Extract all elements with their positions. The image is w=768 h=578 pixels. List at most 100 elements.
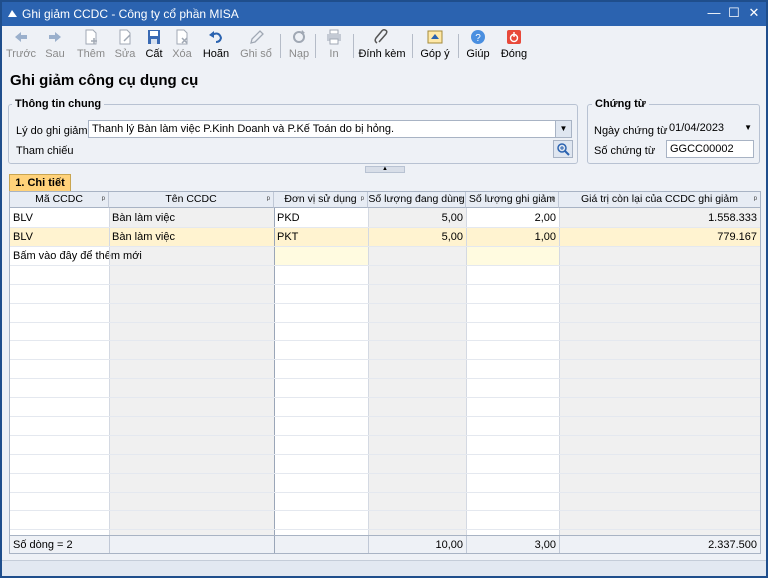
status-bar	[2, 560, 766, 576]
print-label: In	[329, 48, 339, 60]
title-bar: Ghi giảm CCDC - Công ty cổ phần MISA — ☐…	[2, 2, 766, 26]
column-header-unit[interactable]: Đơn vị sử dụng ᵖ	[274, 192, 368, 208]
close-button[interactable]: Đóng	[498, 29, 530, 63]
add-new-row-hint[interactable]: Bấm vào đây để thêm mới	[10, 247, 150, 265]
cell-code[interactable]: BLV	[10, 209, 109, 227]
grid-footer: Số dòng = 2 10,00 3,00 2.337.500	[10, 535, 760, 553]
grid-line	[368, 208, 369, 535]
cell-unit[interactable]: PKT	[274, 228, 368, 246]
printer-icon	[327, 29, 341, 45]
cell-qty-decrease[interactable]: 1,00	[466, 228, 559, 246]
pin-icon[interactable]: ᵖ	[361, 192, 364, 207]
column-header-label: Đơn vị sử dụng	[284, 193, 357, 205]
column-header-qty-in-use[interactable]: Số lượng đang dùng ᵖ	[368, 192, 466, 208]
grid-line	[466, 208, 467, 535]
help-label: Giúp	[466, 48, 490, 60]
new-row[interactable]: Bấm vào đây để thêm mới	[10, 247, 760, 265]
help-button[interactable]: ? Giúp	[464, 29, 492, 63]
print-button[interactable]: In	[319, 29, 349, 63]
grid-row-line	[10, 435, 760, 436]
chevron-down-icon[interactable]: ▼	[555, 121, 571, 137]
post-label: Ghi sổ	[240, 48, 272, 60]
cell-name[interactable]: Bàn làm việc	[109, 228, 274, 246]
column-header-label: Tên CCDC	[165, 193, 217, 205]
save-button[interactable]: Cất	[142, 29, 166, 63]
grid-row-line	[10, 378, 760, 379]
chevron-down-icon[interactable]: ▼	[744, 120, 752, 136]
feedback-button[interactable]: Góp ý	[418, 29, 452, 63]
reference-lookup-button[interactable]	[553, 140, 573, 158]
delete-label: Xóa	[172, 48, 192, 60]
column-header-qty-decrease[interactable]: Số lượng ghi giảm ᵖ	[466, 192, 559, 208]
new-row-cell[interactable]	[274, 247, 368, 265]
cell-qty-in-use[interactable]: 5,00	[368, 209, 466, 227]
voucher-number-value: GGCC00002	[670, 143, 734, 155]
total-qty-decrease: 3,00	[534, 539, 556, 551]
column-header-code[interactable]: Mã CCDC ᵖ	[10, 192, 109, 208]
close-window-button[interactable]: ✕	[746, 5, 762, 21]
column-header-name[interactable]: Tên CCDC ᵖ	[109, 192, 274, 208]
prev-button[interactable]: Trước	[6, 29, 36, 63]
reason-field[interactable]: Thanh lý Bàn làm việc P.Kinh Doanh và P.…	[88, 120, 572, 138]
cell-qty-in-use[interactable]: 5,00	[368, 228, 466, 246]
edit-label: Sửa	[114, 48, 136, 60]
cell-unit[interactable]: PKD	[274, 209, 368, 227]
new-row-cell[interactable]	[466, 247, 559, 265]
general-info-legend: Thông tin chung	[12, 98, 105, 110]
pin-icon[interactable]: ᵖ	[102, 192, 105, 207]
delete-button[interactable]: Xóa	[169, 29, 195, 63]
close-label: Đóng	[500, 48, 528, 60]
total-qty-in-use: 10,00	[435, 539, 463, 551]
table-row[interactable]: BLV Bàn làm việc PKD 5,00 2,00 1.558.333	[10, 209, 760, 227]
voucher-date-value: 01/04/2023	[669, 122, 725, 134]
table-row[interactable]: BLV Bàn làm việc PKT 5,00 1,00 779.167	[10, 228, 760, 246]
app-icon	[8, 10, 17, 17]
refresh-icon	[293, 30, 305, 43]
reason-label: Lý do ghi giảm	[16, 125, 88, 137]
restore-button[interactable]: ☐	[726, 5, 742, 21]
voucher-number-input[interactable]: GGCC00002	[666, 140, 754, 158]
undo-button[interactable]: Hoãn	[200, 29, 232, 63]
grid-row-line	[10, 454, 760, 455]
window-title: Ghi giảm CCDC - Công ty cổ phần MISA	[22, 7, 239, 21]
cell-remaining-value[interactable]: 1.558.333	[559, 209, 760, 227]
grid-row-line	[10, 510, 760, 511]
minimize-button[interactable]: —	[706, 5, 722, 21]
undo-icon	[209, 31, 223, 43]
attach-button[interactable]: Đính kèm	[358, 29, 406, 63]
grid-row-line	[10, 529, 760, 530]
toolbar-separator	[280, 34, 281, 58]
collapse-splitter[interactable]: ▲	[365, 166, 405, 173]
save-label: Cất	[145, 48, 163, 60]
new-document-icon	[85, 29, 97, 45]
grid-line	[559, 208, 560, 535]
voucher-legend: Chứng từ	[592, 98, 649, 110]
cell-name[interactable]: Bàn làm việc	[109, 209, 274, 227]
cell-remaining-value[interactable]: 779.167	[559, 228, 760, 246]
feedback-label: Góp ý	[420, 48, 450, 60]
edit-button[interactable]: Sửa	[112, 29, 138, 63]
grid-line	[466, 536, 467, 553]
grid-row-line	[10, 246, 760, 247]
grid-line	[109, 208, 110, 535]
delete-document-icon	[176, 29, 188, 45]
post-button[interactable]: Ghi sổ	[238, 29, 274, 63]
reference-label: Tham chiếu	[16, 145, 74, 157]
cell-qty-decrease[interactable]: 2,00	[466, 209, 559, 227]
column-header-remaining-value[interactable]: Giá trị còn lại của CCDC ghi giảm ᵖ	[559, 192, 760, 208]
grid-line	[559, 536, 560, 553]
reload-button[interactable]: Nạp	[286, 29, 312, 63]
pin-icon[interactable]: ᵖ	[754, 192, 757, 207]
voucher-date-picker[interactable]: 01/04/2023 ▼	[666, 120, 754, 138]
pin-icon[interactable]: ᵖ	[552, 192, 555, 207]
pin-icon[interactable]: ᵖ	[267, 192, 270, 207]
pin-icon[interactable]: ᵖ	[459, 192, 462, 207]
add-label: Thêm	[76, 48, 106, 60]
pencil-icon	[250, 30, 264, 44]
tab-detail[interactable]: 1. Chi tiết	[9, 174, 71, 191]
power-icon	[507, 30, 521, 44]
next-button[interactable]: Sau	[40, 29, 70, 63]
grid-row-line	[10, 340, 760, 341]
add-button[interactable]: Thêm	[74, 29, 108, 63]
cell-code[interactable]: BLV	[10, 228, 109, 246]
